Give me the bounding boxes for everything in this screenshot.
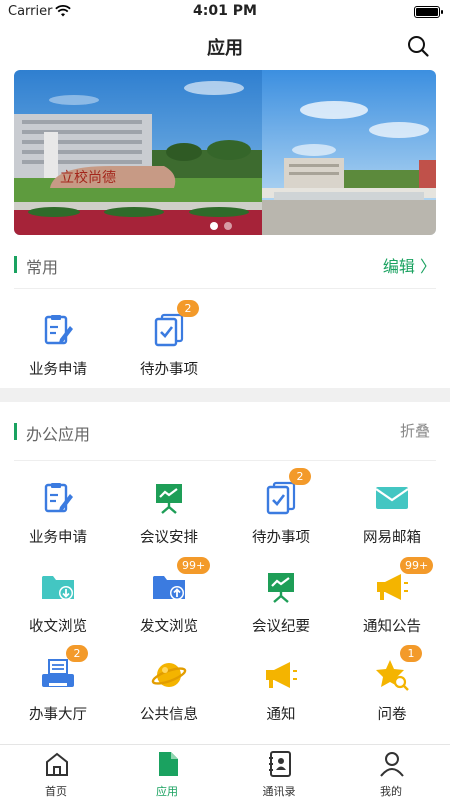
carousel-dot[interactable] <box>224 222 232 230</box>
app-tile-label: 待办事项 <box>252 530 310 546</box>
megaphone-icon <box>263 657 299 693</box>
edit-button[interactable]: 编辑 〉 <box>383 253 436 277</box>
document-icon <box>155 751 181 777</box>
app-tile-label: 办事大厅 <box>29 707 87 723</box>
planet-icon <box>151 657 187 693</box>
count-badge: 2 <box>177 300 199 317</box>
app-tile[interactable]: 2 待办事项 <box>113 300 225 392</box>
app-tile[interactable]: 通知 <box>225 657 337 737</box>
mail-icon <box>374 480 410 516</box>
app-tile-label: 通知公告 <box>363 619 421 635</box>
divider <box>14 460 436 461</box>
app-tile-label: 问卷 <box>377 707 407 723</box>
megaphone-icon <box>374 569 410 605</box>
tab-item[interactable]: 应用 <box>122 751 212 799</box>
tab-bar: 首页 应用 通讯录 我的 <box>0 744 450 800</box>
app-tile[interactable]: 网易邮箱 <box>336 480 448 560</box>
carousel-dot[interactable] <box>210 222 218 230</box>
clock: 4:01 PM <box>193 3 257 19</box>
folder-download-icon <box>40 569 76 605</box>
presentation-board-icon <box>263 569 299 605</box>
tab-label: 首页 <box>45 785 67 798</box>
tab-item[interactable]: 我的 <box>346 751 436 799</box>
section-separator <box>0 388 450 402</box>
banner-carousel[interactable]: 立校尚德 <box>14 70 436 235</box>
office-section-header: 办公应用 折叠 <box>0 414 450 450</box>
app-tile[interactable]: 2 待办事项 <box>225 468 337 560</box>
app-tile[interactable]: 收文浏览 <box>2 569 114 649</box>
app-tile-label: 通知 <box>266 707 296 723</box>
tab-label: 应用 <box>156 785 178 798</box>
app-tile[interactable]: 会议安排 <box>113 480 225 560</box>
home-icon <box>44 751 70 777</box>
star-search-icon <box>374 657 410 693</box>
app-tile[interactable]: 业务申请 <box>2 312 114 392</box>
collapse-button[interactable]: 折叠 <box>400 420 430 441</box>
app-tile[interactable]: 公共信息 <box>113 657 225 737</box>
common-section-header: 常用 编辑 〉 <box>0 247 450 283</box>
app-tile[interactable]: 99+ 通知公告 <box>336 557 448 649</box>
search-icon[interactable] <box>406 34 430 58</box>
tab-label: 我的 <box>380 785 402 798</box>
office-section-title: 办公应用 <box>26 425 91 444</box>
app-tile-label: 网易邮箱 <box>363 530 421 546</box>
app-tile[interactable]: 2 办事大厅 <box>2 645 114 737</box>
app-tile-label: 会议纪要 <box>252 619 310 635</box>
todo-check-icon <box>151 312 187 348</box>
count-badge: 2 <box>66 645 88 662</box>
count-badge: 2 <box>289 468 311 485</box>
tab-label: 通讯录 <box>262 785 296 798</box>
app-tile[interactable]: 业务申请 <box>2 480 114 560</box>
app-tile-label: 收文浏览 <box>29 619 87 635</box>
page-title: 应用 <box>207 38 243 59</box>
app-tile-label: 业务申请 <box>29 362 87 378</box>
form-edit-icon <box>40 480 76 516</box>
count-badge: 1 <box>400 645 422 662</box>
app-tile-label: 业务申请 <box>29 530 87 546</box>
carousel-dots <box>210 222 232 230</box>
count-badge: 99+ <box>400 557 434 574</box>
common-section-title: 常用 <box>26 258 59 277</box>
app-tile[interactable]: 99+ 发文浏览 <box>113 557 225 649</box>
form-edit-icon <box>40 312 76 348</box>
app-tile[interactable]: 1 问卷 <box>336 645 448 737</box>
app-tile-label: 发文浏览 <box>140 619 198 635</box>
stone-inscription: 立校尚德 <box>60 169 116 186</box>
tab-item[interactable]: 通讯录 <box>234 751 324 799</box>
status-bar: Carrier 4:01 PM <box>0 0 450 24</box>
app-tile-label: 会议安排 <box>140 530 198 546</box>
app-tile[interactable]: 会议纪要 <box>225 569 337 649</box>
printer-icon <box>40 657 76 693</box>
section-accent-bar <box>14 423 17 440</box>
folder-upload-icon <box>151 569 187 605</box>
battery-icon <box>414 6 443 18</box>
tab-item[interactable]: 首页 <box>11 751 101 799</box>
todo-check-icon <box>263 480 299 516</box>
presentation-board-icon <box>151 480 187 516</box>
app-tile-label: 公共信息 <box>140 707 198 723</box>
user-icon <box>379 751 405 777</box>
campus-photo: 立校尚德 <box>14 70 436 235</box>
contacts-book-icon <box>267 751 293 777</box>
app-tile-label: 待办事项 <box>140 362 198 378</box>
section-accent-bar <box>14 256 17 273</box>
divider <box>14 288 436 289</box>
count-badge: 99+ <box>177 557 211 574</box>
